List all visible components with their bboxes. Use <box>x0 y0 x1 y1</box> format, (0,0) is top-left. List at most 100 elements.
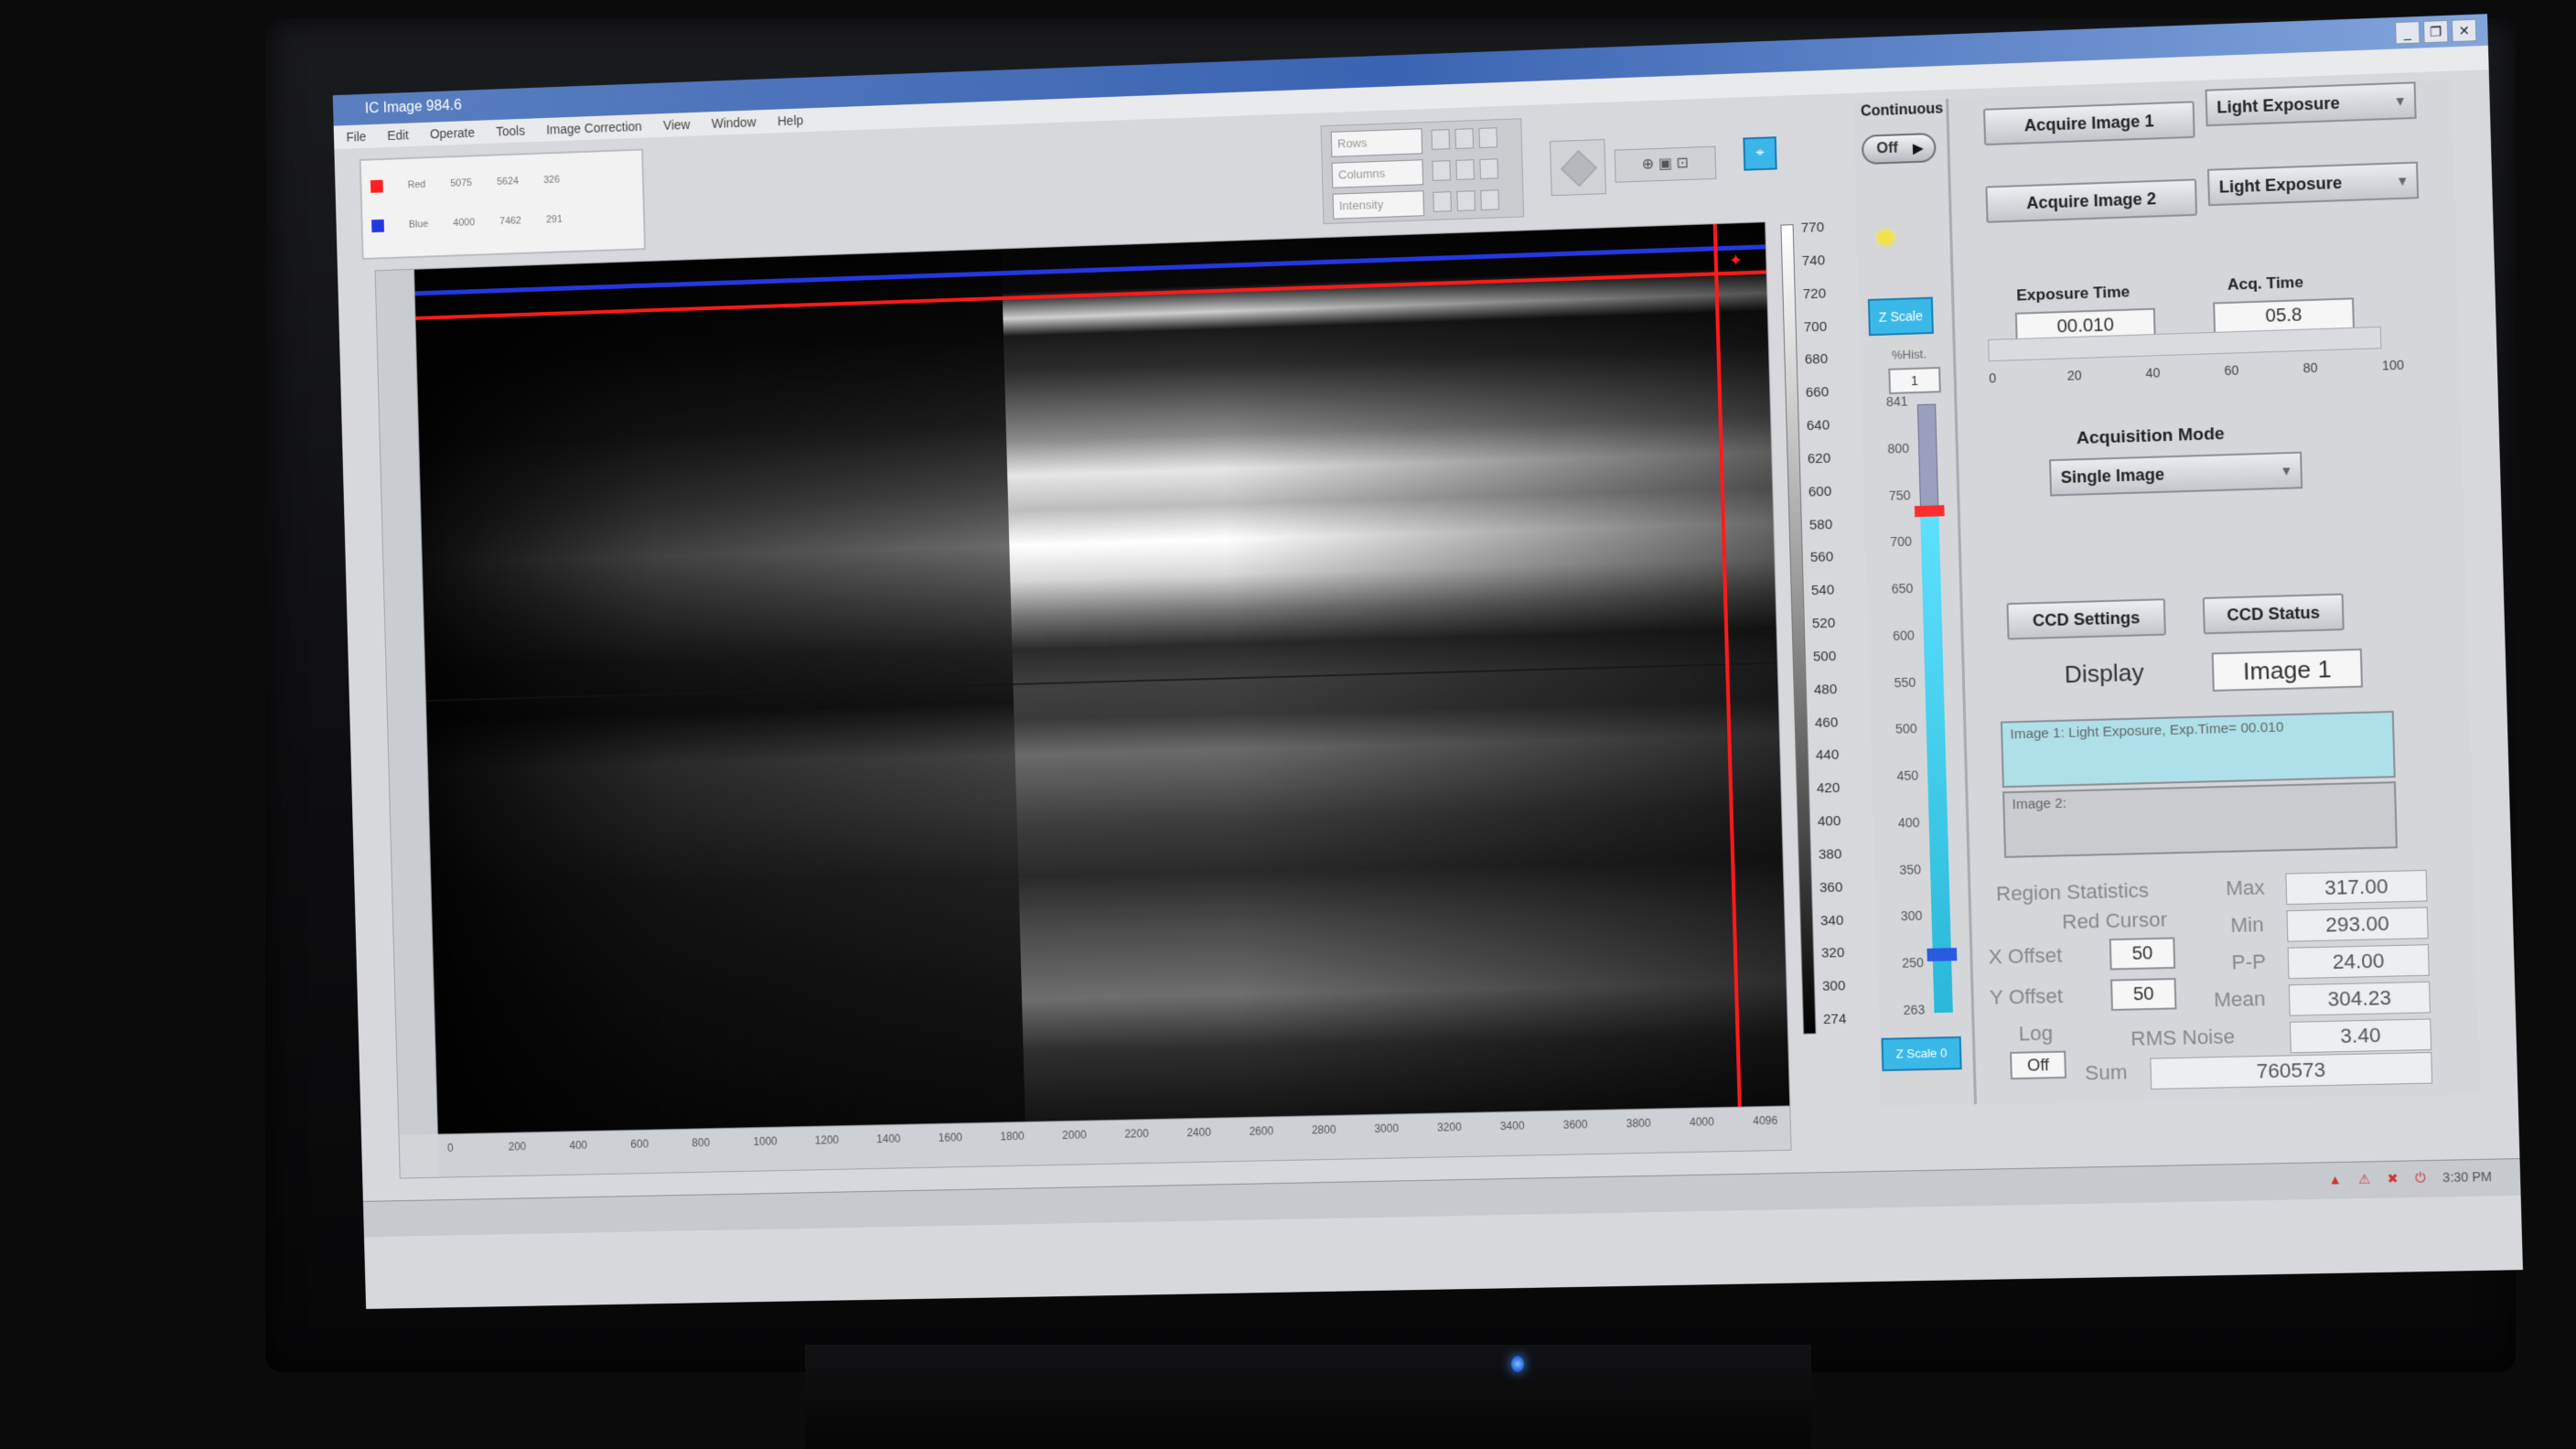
x-axis-tick: 1800 <box>1000 1129 1025 1143</box>
z-scale-tick: 600 <box>1892 628 1915 643</box>
rms-noise-label: RMS Noise <box>2130 1025 2236 1051</box>
x-axis-tick: 3800 <box>1626 1116 1651 1131</box>
x-axis-tick: 1600 <box>938 1131 963 1144</box>
ccd-settings-button[interactable]: CCD Settings <box>2006 598 2166 640</box>
y-offset-field[interactable]: 50 <box>2109 977 2177 1011</box>
x-axis-tick: 3400 <box>1499 1119 1525 1133</box>
tray-power-icon[interactable]: ⏻ <box>2415 1170 2426 1186</box>
z-scale-tick: 300 <box>1900 908 1923 924</box>
z-scale-tick: 700 <box>1889 533 1913 550</box>
continuous-toggle[interactable]: Off <box>1861 132 1937 166</box>
colorbar-tick: 770 <box>1800 219 1825 236</box>
cursor-legend-row-blue[interactable]: Blue 4000 7462 291 <box>371 213 563 233</box>
z-scale-tick: 350 <box>1899 861 1922 877</box>
x-axis-tick: 4096 <box>1753 1113 1778 1128</box>
z-scale-labels: 841 800 750 700 650 600 550 500 450 400 350 300 250 2… <box>1862 393 1926 1021</box>
z-scale-max-handle[interactable] <box>1914 505 1945 518</box>
cursor-col2: 7462 <box>499 215 522 228</box>
x-axis-tick: 0 <box>446 1141 454 1154</box>
cursor-tool-button[interactable]: ⌖ <box>1743 136 1777 171</box>
log-label: Log <box>2018 1021 2054 1046</box>
menu-edit[interactable]: Edit <box>387 123 409 147</box>
rci-control-box: Rows Columns Intensity <box>1320 118 1525 225</box>
intensity-field[interactable]: Intensity <box>1332 190 1425 220</box>
close-button[interactable]: ✕ <box>2451 18 2477 43</box>
acquisition-mode-label: Acquisition Mode <box>2076 424 2226 449</box>
x-axis-tick: 400 <box>569 1138 588 1153</box>
z-scale-tick: 250 <box>1901 955 1925 971</box>
red-cursor-swatch <box>370 179 383 193</box>
y-offset-label: Y Offset <box>1989 983 2064 1009</box>
rows-field[interactable]: Rows <box>1330 128 1423 157</box>
x-axis-tick: 2200 <box>1124 1127 1149 1141</box>
intensity-pan-button[interactable] <box>1456 190 1476 211</box>
min-label: Min <box>2229 912 2265 938</box>
z-scale-tick: 841 <box>1885 393 1908 410</box>
z-scale-button[interactable]: Z Scale <box>1867 296 1934 337</box>
rows-pan-button[interactable] <box>1454 128 1475 149</box>
columns-zoom-button[interactable] <box>1432 160 1451 181</box>
ccd-status-button[interactable]: CCD Status <box>2202 593 2345 635</box>
colorbar-tick: 700 <box>1803 318 1828 336</box>
chevron-down-icon: ▼ <box>2279 463 2293 478</box>
display-label: Display <box>2064 658 2145 689</box>
menu-help[interactable]: Help <box>778 108 804 133</box>
rows-zoom-button[interactable] <box>1431 129 1451 150</box>
maximize-button[interactable]: ❐ <box>2422 19 2449 44</box>
clock[interactable]: 3:30 PM <box>2442 1169 2492 1186</box>
display-image-selector[interactable]: Image 1 <box>2211 648 2364 692</box>
acquisition-mode-value: Single Image <box>2060 465 2165 488</box>
window-title: IC Image 984.6 <box>364 97 462 117</box>
acquire-image-2-button[interactable]: Acquire Image 2 <box>1985 178 2198 223</box>
colorbar-tick: 400 <box>1817 813 1841 830</box>
x-offset-field[interactable]: 50 <box>2109 937 2176 971</box>
z-scale-tick: 550 <box>1894 674 1916 691</box>
sum-label: Sum <box>2084 1060 2128 1085</box>
exposure-time-label: Exposure Time <box>2016 283 2131 305</box>
hist-percent-field[interactable]: 1 <box>1888 366 1941 395</box>
colorbar-tick: 440 <box>1815 746 1840 764</box>
menu-file[interactable]: File <box>346 124 366 148</box>
z-scale-tick: 800 <box>1887 440 1910 456</box>
x-axis-tick: 1400 <box>876 1132 901 1146</box>
tray-network-icon[interactable]: ⚠ <box>2358 1171 2370 1187</box>
chevron-down-icon: ▼ <box>2395 173 2410 188</box>
acquire-image-1-button[interactable]: Acquire Image 1 <box>1983 101 2195 146</box>
colorbar-tick: 420 <box>1816 779 1841 797</box>
tray-volume-icon[interactable]: ✖ <box>2387 1171 2399 1187</box>
acquisition-mode-select[interactable]: Single Image ▼ <box>2048 451 2303 497</box>
colorbar-tick: 460 <box>1814 714 1839 731</box>
menu-view[interactable]: View <box>663 113 691 137</box>
ccd-image[interactable]: ✦ <box>414 222 1790 1134</box>
cursor-legend-row-red[interactable]: Red 5075 5624 326 <box>370 174 560 193</box>
z-scale-min-handle[interactable] <box>1927 948 1958 961</box>
tray-up-icon[interactable]: ▲ <box>2328 1172 2342 1188</box>
exposure-mode-2-select[interactable]: Light Exposure ▼ <box>2206 161 2420 207</box>
tool-palette[interactable]: ⊕ ▣ ⊡ <box>1614 145 1717 183</box>
max-label: Max <box>2225 875 2266 900</box>
blue-cursor-swatch <box>371 219 385 233</box>
minimize-button[interactable]: _ <box>2395 21 2420 45</box>
menu-image-correction[interactable]: Image Correction <box>546 114 642 142</box>
intensity-zoom-button[interactable] <box>1433 191 1452 212</box>
colorbar-tick: 320 <box>1820 945 1845 961</box>
menu-window[interactable]: Window <box>711 110 757 135</box>
rows-reset-button[interactable] <box>1478 127 1498 148</box>
columns-pan-button[interactable] <box>1455 159 1475 180</box>
image-2-info: Image 2: <box>2002 781 2398 858</box>
columns-field[interactable]: Columns <box>1331 159 1424 188</box>
colorbar-tick: 340 <box>1819 912 1844 928</box>
menu-operate[interactable]: Operate <box>430 121 476 145</box>
exposure-mode-1-select[interactable]: Light Exposure ▼ <box>2205 81 2417 127</box>
log-toggle[interactable]: Off <box>2010 1050 2067 1080</box>
z-scale-0-button[interactable]: Z Scale 0 <box>1881 1036 1962 1072</box>
colorbar-tick: 274 <box>1822 1011 1847 1028</box>
menu-tools[interactable]: Tools <box>496 119 525 144</box>
image-1-info: Image 1: Light Exposure, Exp.Time= 00.01… <box>2000 711 2396 789</box>
red-cursor-marker-icon[interactable]: ✦ <box>1729 251 1744 271</box>
intensity-reset-button[interactable] <box>1480 189 1499 211</box>
x-axis-tick: 1000 <box>753 1134 778 1148</box>
pan-tool-diamond-icon[interactable] <box>1550 138 1606 197</box>
pp-label: P-P <box>2231 950 2267 974</box>
columns-reset-button[interactable] <box>1479 158 1498 180</box>
